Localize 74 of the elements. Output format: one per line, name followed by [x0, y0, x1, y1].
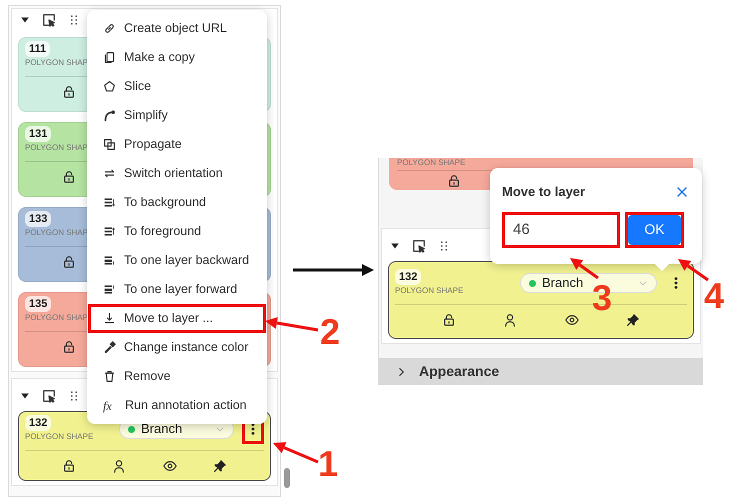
menu-item[interactable]: Change instance color [91, 336, 263, 359]
trash-icon [103, 370, 116, 383]
select-icon [412, 239, 426, 253]
shape-type: POLYGON SHAP [25, 57, 88, 69]
shape-type: POLYGON SHAP [25, 227, 88, 239]
caret-down-icon [390, 241, 400, 251]
lock-icon [447, 174, 461, 188]
menu-item[interactable]: Move to layer ... [91, 307, 263, 330]
lock-icon [62, 84, 76, 98]
layers-up-icon [103, 225, 116, 238]
caret-down-icon [20, 391, 30, 401]
shape-type: POLYGON SHAP [25, 312, 88, 324]
object-id: 133 [25, 211, 52, 227]
layers-down-icon [103, 196, 116, 209]
squares-icon [103, 138, 116, 151]
grip-icon [438, 240, 450, 252]
callout-number: 2 [320, 314, 340, 350]
object-id: 132 [395, 269, 422, 285]
callout-number: 1 [318, 446, 338, 482]
shape-type: POLYGON SHAPE [397, 158, 466, 168]
pin-icon [213, 458, 228, 472]
layer-down-icon [103, 254, 116, 267]
menu-item[interactable]: To one layer forward [91, 278, 263, 301]
link-icon [103, 22, 116, 35]
person-icon [503, 312, 518, 326]
menu-item[interactable]: To one layer backward [91, 249, 263, 272]
curve-icon [103, 109, 116, 122]
callout-arrow [678, 259, 709, 282]
grip-icon [68, 390, 80, 402]
ok-button[interactable]: OK [628, 214, 681, 244]
dialog-title: Move to layer [502, 183, 586, 201]
label-name: Branch [141, 420, 182, 438]
move-down-icon [103, 312, 116, 325]
label-name: Branch [542, 274, 584, 292]
menu-item[interactable]: Slice [91, 75, 263, 98]
swap-arrows-icon [103, 167, 116, 180]
object-id: 111 [25, 41, 50, 57]
lock-icon [62, 340, 76, 354]
caret-down-icon [20, 15, 30, 25]
pentagon-icon [103, 80, 116, 93]
lock-icon [62, 458, 76, 472]
pin-icon [626, 312, 640, 326]
copy-icon [103, 51, 116, 64]
menu-item[interactable]: Propagate [91, 133, 263, 156]
menu-item[interactable]: Simplify [91, 104, 263, 127]
shape-type: POLYGON SHAPE [395, 285, 464, 297]
layer-up-icon [103, 283, 116, 296]
lock-icon [62, 254, 76, 268]
object-id: 135 [25, 296, 52, 312]
close-icon [675, 184, 689, 199]
person-icon [112, 458, 126, 472]
menu-item[interactable]: Make a copy [91, 46, 263, 69]
lock-icon [62, 170, 76, 184]
object-id: 132 [25, 415, 52, 431]
object-id: 131 [25, 126, 52, 142]
shape-type: POLYGON SHAP [25, 142, 88, 154]
select-icon [42, 13, 56, 27]
callout-arrow [570, 258, 599, 280]
callout-number: 4 [704, 278, 724, 314]
menu-item[interactable]: To background [91, 191, 263, 214]
eyedropper-icon [103, 341, 116, 354]
callout-arrow [273, 442, 319, 464]
scrollbar-thumb[interactable] [284, 468, 290, 488]
menu-item[interactable]: To foreground [91, 220, 263, 243]
menu-item[interactable]: Create object URL [91, 17, 263, 40]
grip-icon [68, 14, 80, 26]
eye-icon [162, 458, 177, 472]
eye-icon [564, 312, 579, 326]
select-icon [42, 389, 56, 403]
menu-item[interactable]: Switch orientation [91, 162, 263, 185]
lock-icon [442, 312, 456, 326]
appearance-section[interactable]: Appearance [379, 358, 703, 385]
shape-type: POLYGON SHAPE [25, 431, 94, 443]
menu-item[interactable]: Remove [91, 365, 263, 388]
